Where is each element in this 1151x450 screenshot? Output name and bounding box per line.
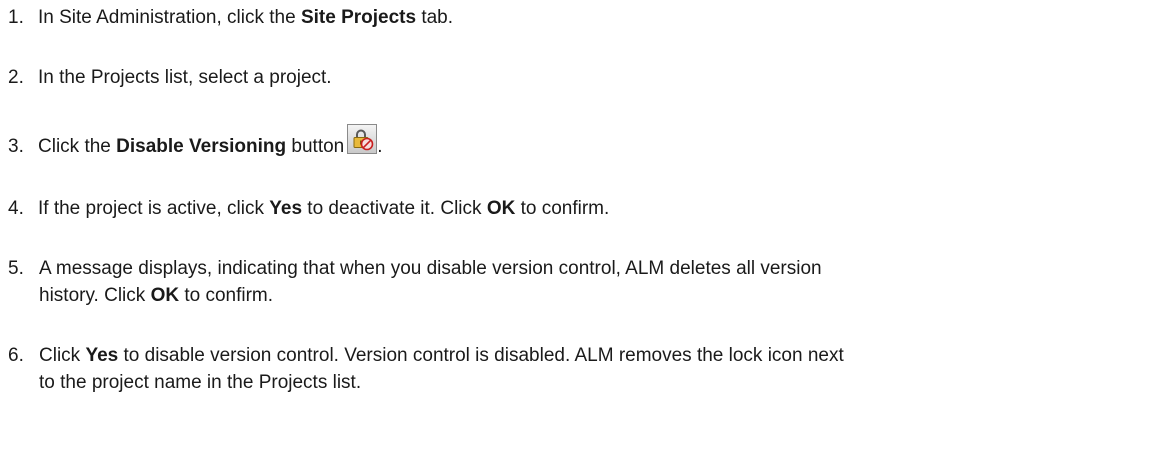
step-6: 6. Click Yes to disable version control.… [8,342,1128,396]
step-number: 1. [8,7,24,28]
step-text-part: In Site Administration, click the [38,7,301,28]
disable-versioning-lock-icon [347,124,378,154]
ui-term-ok: OK [486,198,516,219]
step-text-part: history. Click [39,285,151,306]
step-text: Click the Disable Versioning button [38,136,344,157]
step-text-part: button [286,136,345,157]
step-text-line: to the project name in the Projects list… [39,372,362,393]
step-number: 3. [8,136,24,157]
step-text-part: . [377,136,383,157]
ui-term-disable-versioning: Disable Versioning [116,136,287,157]
step-3: 3. Click the Disable Versioning button . [8,124,1128,160]
ui-term-ok: OK [150,285,180,306]
ui-term-site-projects: Site Projects [300,7,417,28]
step-text: Click Yes to disable version control. Ve… [39,342,1119,396]
step-5: 5. A message displays, indicating that w… [8,255,1128,309]
step-text-part: to disable version control. Version cont… [118,345,844,366]
step-text-part: Click [39,345,86,366]
step-text-part: If the project is active, click [38,198,270,219]
step-4: 4. If the project is active, click Yes to… [8,195,1128,222]
step-number: 5. [8,258,24,279]
step-text-line: Click Yes to disable version control. Ve… [39,342,1119,369]
step-text: In the Projects list, select a project. [38,67,332,88]
step-2: 2. In the Projects list, select a project… [8,64,1128,91]
step-number: 2. [8,67,24,88]
step-number: 4. [8,198,24,219]
step-text-part: tab. [416,7,454,28]
instruction-steps: 1. In Site Administration, click the Site… [0,0,1151,450]
step-text-part: to deactivate it. Click [302,198,487,219]
step-text: In Site Administration, click the Site P… [38,7,453,28]
step-text-part: Click the [38,136,117,157]
step-text: A message displays, indicating that when… [39,255,1119,309]
step-number: 6. [8,345,24,366]
step-text-part: to confirm. [179,285,274,306]
step-1: 1. In Site Administration, click the Site… [8,4,1128,31]
ui-term-yes: Yes [269,198,303,219]
step-text-part: to confirm. [515,198,610,219]
step-text: If the project is active, click Yes to d… [38,198,609,219]
step-text-line: history. Click OK to confirm. [39,282,1119,309]
step-text-line: A message displays, indicating that when… [39,258,822,279]
ui-term-yes: Yes [85,345,119,366]
